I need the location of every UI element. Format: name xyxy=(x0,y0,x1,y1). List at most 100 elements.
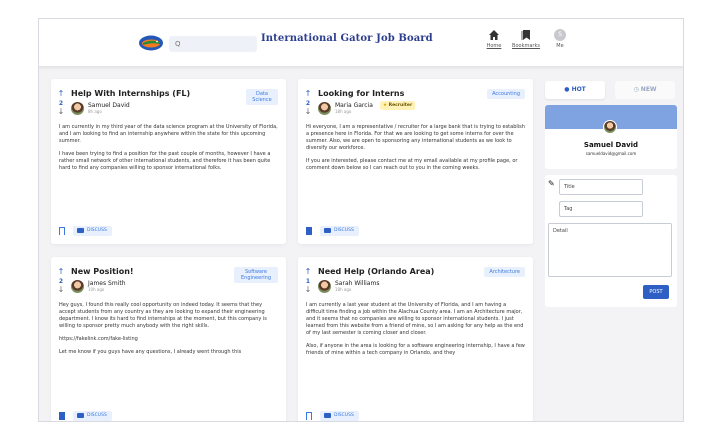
post-link[interactable]: https://fakelink.com/fake-listing xyxy=(59,336,278,343)
recruiter-badge-label: Recruiter xyxy=(388,103,413,108)
sort-hot-button[interactable]: ● HOT xyxy=(545,81,605,99)
vote-count: 2 xyxy=(58,100,64,107)
upvote-icon[interactable]: ↑ xyxy=(304,268,312,276)
profile-email: samueldavid@gmail.com xyxy=(585,151,637,156)
author-avatar[interactable] xyxy=(71,280,84,293)
downvote-icon[interactable]: ↓ xyxy=(57,286,65,294)
search-icon: Q xyxy=(175,40,181,48)
nav-bookmarks[interactable]: Bookmarks xyxy=(511,29,541,61)
chat-icon xyxy=(77,413,84,418)
discuss-button[interactable]: DISCUSS xyxy=(73,411,112,421)
discuss-button[interactable]: DISCUSS xyxy=(320,226,359,236)
bookmark-filled-icon[interactable] xyxy=(306,227,312,238)
vote-control: ↑ 2 ↓ xyxy=(304,90,312,116)
pencil-icon: ✎ xyxy=(548,179,555,188)
author-name[interactable]: Samuel David xyxy=(88,102,130,109)
author-avatar[interactable] xyxy=(318,280,331,293)
recruiter-badge: ★ Recruiter xyxy=(380,101,416,110)
post-paragraph: Also, if anyone in the area is looking f… xyxy=(306,343,525,356)
post-body: Hey guys, I found this really cool oppor… xyxy=(59,302,278,362)
nav-home[interactable]: Home xyxy=(479,29,509,61)
discuss-button[interactable]: DISCUSS xyxy=(320,411,359,421)
author-name[interactable]: Sarah Williams xyxy=(335,280,379,287)
downvote-icon[interactable]: ↓ xyxy=(304,108,312,116)
profile-name: Samuel David xyxy=(583,141,639,149)
post-tag[interactable]: Data Science xyxy=(246,89,278,105)
detail-textarea[interactable]: Detail xyxy=(548,223,672,277)
post-time: 8h ago xyxy=(88,109,102,114)
vote-control: ↑ 2 ↓ xyxy=(57,268,65,294)
upvote-icon[interactable]: ↑ xyxy=(57,90,65,98)
post-tag[interactable]: Software Engineering xyxy=(234,267,278,283)
post-tag[interactable]: Architecture xyxy=(484,267,525,277)
app-window: Q International Gator Job Board Home Boo… xyxy=(38,18,684,422)
post-time: 18h ago xyxy=(335,109,352,114)
downvote-icon[interactable]: ↓ xyxy=(304,286,312,294)
vote-control: ↑ 1 ↓ xyxy=(304,268,312,294)
vote-count: 2 xyxy=(58,278,64,285)
post-tag[interactable]: Accounting xyxy=(487,89,525,99)
upvote-icon[interactable]: ↑ xyxy=(57,268,65,276)
author-name[interactable]: Maria Garcia xyxy=(335,102,373,109)
post-paragraph: Hey guys, I found this really cool oppor… xyxy=(59,302,267,329)
chat-icon xyxy=(77,228,84,233)
post-title[interactable]: Help With Internships (FL) xyxy=(71,89,190,98)
flame-icon: ● xyxy=(564,86,570,93)
nav-home-label: Home xyxy=(486,43,502,49)
bookmark-icon[interactable] xyxy=(59,227,65,238)
title-input[interactable]: Title xyxy=(559,179,643,195)
vote-count: 1 xyxy=(305,278,311,285)
nav-me[interactable]: S Me xyxy=(545,29,575,61)
post-paragraph: Hi everyone, I am a representative / rec… xyxy=(306,124,525,151)
author-avatar[interactable] xyxy=(318,102,331,115)
discuss-label: DISCUSS xyxy=(334,228,354,233)
sort-toggle: ● HOT ◷ NEW xyxy=(545,81,677,101)
user-avatar: S xyxy=(554,29,566,41)
post-paragraph: If you are interested, please contact me… xyxy=(306,158,518,171)
post-title[interactable]: Looking for Interns xyxy=(318,89,404,98)
chat-icon xyxy=(324,413,331,418)
post-card[interactable]: ↑ 2 ↓ New Position! James Smith 10h ago … xyxy=(51,257,286,421)
bookmark-icon[interactable] xyxy=(306,412,312,421)
top-header: Q International Gator Job Board Home Boo… xyxy=(39,19,683,67)
post-paragraph: Let me know if you guys have any questio… xyxy=(59,349,242,355)
clock-icon: ◷ xyxy=(633,86,639,93)
nav-me-label: Me xyxy=(556,43,564,49)
post-paragraph: I am currently a last year student at th… xyxy=(306,302,524,336)
discuss-label: DISCUSS xyxy=(87,413,107,418)
post-title[interactable]: New Position! xyxy=(71,267,134,276)
new-post-form: ✎ Title Tag Detail POST xyxy=(545,175,677,307)
site-title[interactable]: International Gator Job Board xyxy=(261,33,433,44)
downvote-icon[interactable]: ↓ xyxy=(57,108,65,116)
upvote-icon[interactable]: ↑ xyxy=(304,90,312,98)
home-icon xyxy=(489,30,499,40)
post-title[interactable]: Need Help (Orlando Area) xyxy=(318,267,434,276)
star-icon: ★ xyxy=(383,103,388,108)
profile-avatar[interactable] xyxy=(603,120,617,134)
bookmarks-icon xyxy=(521,30,530,40)
post-body: I am currently a last year student at th… xyxy=(306,302,525,363)
vote-control: ↑ 2 ↓ xyxy=(57,90,65,116)
gator-logo-icon[interactable] xyxy=(138,34,164,52)
post-card[interactable]: ↑ 2 ↓ Looking for Interns Maria Garcia 1… xyxy=(298,79,533,244)
post-time: 18h ago xyxy=(335,287,352,292)
author-avatar[interactable] xyxy=(71,102,84,115)
profile-card: Samuel David samueldavid@gmail.com xyxy=(545,105,677,169)
post-card[interactable]: ↑ 2 ↓ Help With Internships (FL) Samuel … xyxy=(51,79,286,244)
nav-bookmarks-label: Bookmarks xyxy=(512,43,540,49)
post-paragraph: I have been trying to find a position fo… xyxy=(59,151,271,171)
discuss-label: DISCUSS xyxy=(87,228,107,233)
post-card[interactable]: ↑ 1 ↓ Need Help (Orlando Area) Sarah Wil… xyxy=(298,257,533,421)
sort-hot-label: HOT xyxy=(571,86,586,93)
author-name[interactable]: James Smith xyxy=(88,280,126,287)
bookmark-filled-icon[interactable] xyxy=(59,412,65,421)
discuss-button[interactable]: DISCUSS xyxy=(73,226,112,236)
post-button[interactable]: POST xyxy=(643,285,669,299)
post-paragraph: I am currently in my third year of the d… xyxy=(59,124,278,144)
tag-input[interactable]: Tag xyxy=(559,201,643,217)
search-input[interactable]: Q xyxy=(169,36,257,52)
sort-new-button[interactable]: ◷ NEW xyxy=(615,81,675,99)
chat-icon xyxy=(324,228,331,233)
discuss-label: DISCUSS xyxy=(334,413,354,418)
post-time: 10h ago xyxy=(88,287,105,292)
